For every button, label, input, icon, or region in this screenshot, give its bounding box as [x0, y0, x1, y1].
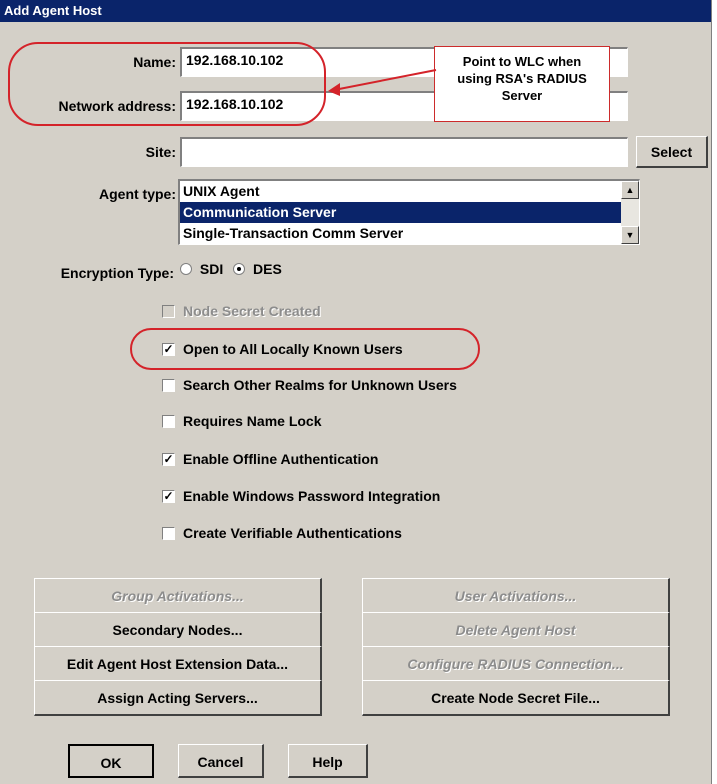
- site-field[interactable]: [180, 137, 628, 167]
- checkbox-box: [162, 304, 175, 318]
- callout-line-1: Point to WLC when: [462, 54, 582, 69]
- checkbox-node-secret-created: Node Secret Created: [162, 302, 321, 319]
- checkbox-search-other-realms[interactable]: Search Other Realms for Unknown Users: [162, 376, 457, 393]
- encryption-type-label: Encryption Type:: [60, 265, 174, 281]
- create-node-secret-button[interactable]: Create Node Secret File...: [362, 680, 670, 716]
- agent-type-item-unix[interactable]: UNIX Agent: [180, 181, 639, 202]
- checkbox-label: Node Secret Created: [183, 303, 321, 320]
- agent-type-item-communication-server[interactable]: Communication Server: [180, 202, 621, 223]
- agent-type-label: Agent type:: [99, 186, 176, 202]
- radio-des[interactable]: [233, 263, 246, 276]
- checkbox-label: Create Verifiable Authentications: [183, 525, 402, 542]
- encryption-type-group: SDI DES: [180, 260, 282, 277]
- checkbox-box[interactable]: [162, 378, 175, 392]
- checkbox-enable-offline-auth[interactable]: ✓ Enable Offline Authentication: [162, 450, 379, 467]
- cancel-button[interactable]: Cancel: [178, 744, 264, 778]
- highlight-oval-name-address: [8, 42, 326, 126]
- add-agent-host-window: Add Agent Host Name: 192.168.10.102 Netw…: [0, 0, 712, 784]
- annotation-callout: Point to WLC when using RSA's RADIUS Ser…: [434, 46, 610, 122]
- radio-des-label: DES: [253, 261, 282, 278]
- window-title: Add Agent Host: [0, 0, 711, 22]
- checkbox-box[interactable]: [162, 526, 175, 540]
- checkmark-icon[interactable]: ✓: [162, 489, 175, 503]
- assign-acting-servers-button[interactable]: Assign Acting Servers...: [34, 680, 322, 716]
- highlight-oval-open-to-all: [130, 328, 480, 370]
- user-activations-button[interactable]: User Activations...: [362, 578, 670, 614]
- secondary-nodes-button[interactable]: Secondary Nodes...: [34, 612, 322, 648]
- checkbox-label: Enable Windows Password Integration: [183, 488, 441, 505]
- callout-arrow-icon: [328, 69, 437, 96]
- scroll-down-arrow-icon[interactable]: ▼: [621, 226, 639, 244]
- checkbox-label: Requires Name Lock: [183, 413, 322, 430]
- checkbox-enable-windows-password[interactable]: ✓ Enable Windows Password Integration: [162, 487, 440, 504]
- checkbox-requires-name-lock[interactable]: Requires Name Lock: [162, 412, 322, 429]
- site-label: Site:: [145, 144, 176, 160]
- edit-extension-data-button[interactable]: Edit Agent Host Extension Data...: [34, 646, 322, 682]
- checkbox-label: Enable Offline Authentication: [183, 451, 379, 468]
- group-activations-button[interactable]: Group Activations...: [34, 578, 322, 614]
- radio-sdi-label: SDI: [199, 261, 224, 278]
- checkbox-label: Search Other Realms for Unknown Users: [183, 377, 457, 394]
- checkbox-box[interactable]: [162, 414, 175, 428]
- callout-line-3: Server: [501, 88, 543, 103]
- agent-type-scrollbar[interactable]: ▲ ▼: [621, 181, 639, 244]
- configure-radius-button[interactable]: Configure RADIUS Connection...: [362, 646, 670, 682]
- radio-sdi[interactable]: [180, 263, 192, 276]
- select-site-button[interactable]: Select: [636, 136, 708, 168]
- agent-type-item-single-transaction[interactable]: Single-Transaction Comm Server: [180, 223, 639, 244]
- delete-agent-host-button[interactable]: Delete Agent Host: [362, 612, 670, 648]
- callout-line-2: using RSA's RADIUS: [457, 71, 587, 86]
- checkbox-create-verifiable-auth[interactable]: Create Verifiable Authentications: [162, 524, 402, 541]
- agent-type-list[interactable]: UNIX Agent Communication Server Single-T…: [178, 179, 640, 245]
- help-button[interactable]: Help: [288, 744, 368, 778]
- scroll-up-arrow-icon[interactable]: ▲: [621, 181, 639, 199]
- ok-button[interactable]: OK: [68, 744, 154, 778]
- checkmark-icon[interactable]: ✓: [162, 452, 175, 466]
